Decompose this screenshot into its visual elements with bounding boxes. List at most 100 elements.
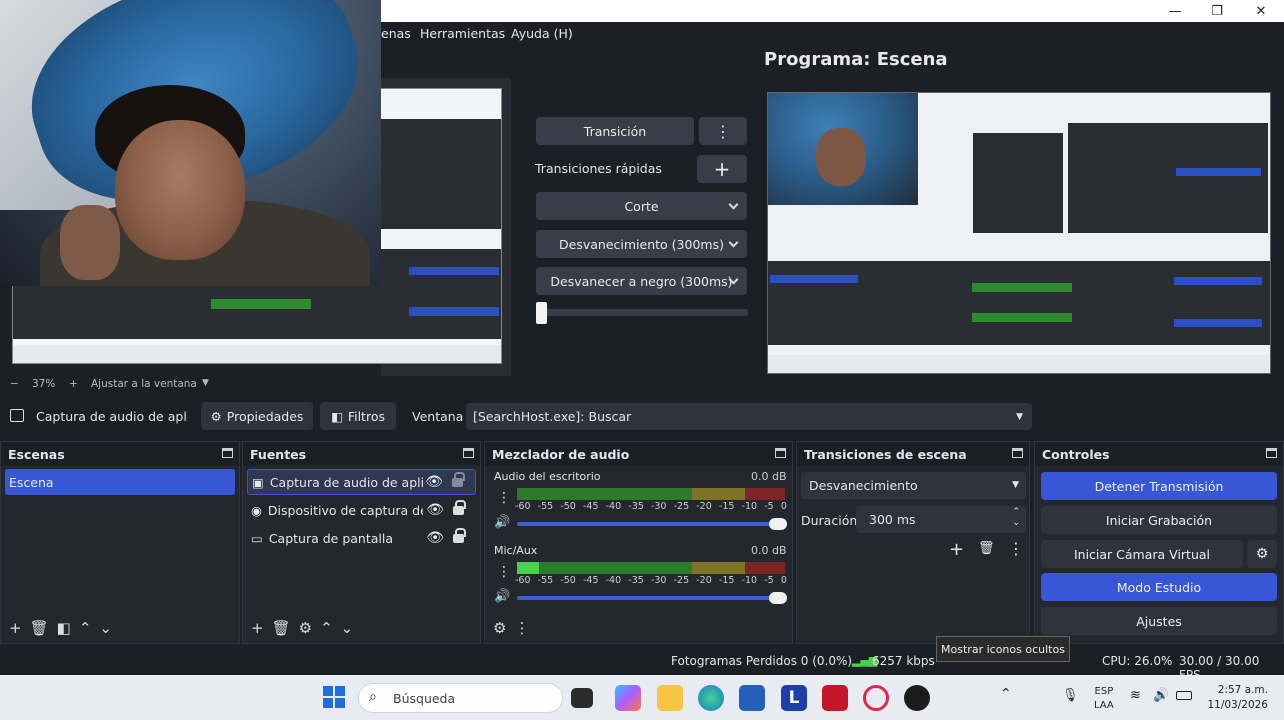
undock-icon[interactable] <box>222 448 233 458</box>
battery-icon[interactable] <box>1176 691 1192 700</box>
volume-slider-knob[interactable] <box>769 592 787 604</box>
scene-item-label: Escena <box>9 474 54 490</box>
camera-icon: ◉ <box>251 502 262 518</box>
add-icon[interactable]: + <box>9 619 22 637</box>
microphone-icon[interactable]: 🎙 <box>1062 688 1079 703</box>
file-explorer-icon[interactable] <box>657 685 683 711</box>
undock-icon[interactable] <box>775 448 786 458</box>
lock-icon[interactable] <box>453 527 466 543</box>
source-item[interactable]: ▭ Captura de pantalla 👁 <box>247 525 476 551</box>
wifi-icon[interactable]: ≋ <box>1130 688 1141 703</box>
fit-window-label[interactable]: Ajustar a la ventana <box>91 378 197 390</box>
volume-icon[interactable]: 🔊 <box>1153 688 1169 703</box>
sources-dock-title: Fuentes <box>243 442 480 466</box>
dropped-frames: Fotogramas Perdidos 0 (0.0%) <box>671 654 853 668</box>
add-icon[interactable]: + <box>251 619 264 637</box>
trash-icon[interactable]: 🗑 <box>272 619 291 637</box>
menu-scenes[interactable]: enas <box>381 26 411 41</box>
transition-menu-button[interactable]: ⋮ <box>699 117 747 145</box>
chevron-down-icon[interactable]: ⌄ <box>1012 518 1020 528</box>
chevron-down-icon <box>728 199 739 210</box>
close-button[interactable]: ✕ <box>1239 0 1283 22</box>
advanced-audio-icon[interactable]: ⚙ <box>493 619 506 637</box>
virtual-camera-settings-button[interactable]: ⚙ <box>1247 540 1277 568</box>
speaker-icon[interactable]: 🔊 <box>494 589 510 604</box>
lock-icon[interactable] <box>452 471 465 487</box>
move-down-icon[interactable]: ⌄ <box>341 619 354 637</box>
show-hidden-icons-chevron[interactable]: ⌃ <box>1000 686 1012 702</box>
eye-icon[interactable]: 👁 <box>426 530 444 546</box>
add-quick-transition-button[interactable]: + <box>697 155 747 183</box>
language-indicator[interactable]: ESP LAA <box>1094 685 1114 713</box>
kebab-icon[interactable]: ⋮ <box>514 619 529 637</box>
quick-transition-fade-black[interactable]: Desvanecer a negro (300ms) <box>536 267 747 295</box>
meter-tick-label: -10 <box>741 575 758 586</box>
copilot-icon[interactable] <box>615 685 641 711</box>
move-up-icon[interactable]: ⌃ <box>320 619 333 637</box>
add-icon[interactable]: + <box>949 539 964 560</box>
edge-icon[interactable] <box>698 685 724 711</box>
transition-select[interactable]: Desvanecimiento ▼ <box>801 472 1026 499</box>
undock-icon[interactable] <box>1266 448 1277 458</box>
undock-icon[interactable] <box>463 448 474 458</box>
app-l-icon[interactable]: L <box>781 685 807 711</box>
gear-icon[interactable]: ⚙ <box>299 619 312 637</box>
speaker-icon[interactable]: 🔊 <box>494 515 510 530</box>
trash-icon[interactable]: 🗑 <box>30 619 49 637</box>
zoom-out-button[interactable]: − <box>10 378 19 390</box>
settings-button[interactable]: Ajustes <box>1041 607 1277 635</box>
quick-transition-cut[interactable]: Corte <box>536 192 747 220</box>
menu-tools[interactable]: Herramientas <box>420 26 505 41</box>
move-down-icon[interactable]: ⌄ <box>99 619 112 637</box>
source-item-label: Dispositivo de captura de v <box>267 502 423 518</box>
gear-icon: ⚙ <box>1255 546 1269 562</box>
kebab-icon[interactable]: ⋮ <box>1008 539 1024 558</box>
quick-transition-label: Desvanecimiento (300ms) <box>559 236 724 252</box>
mcafee-icon[interactable] <box>822 685 848 711</box>
scenes-dock-title: Escenas <box>1 442 239 466</box>
quick-transition-fade[interactable]: Desvanecimiento (300ms) <box>536 230 747 258</box>
move-up-icon[interactable]: ⌃ <box>79 619 92 637</box>
start-recording-button[interactable]: Iniciar Grabación <box>1041 506 1277 534</box>
properties-button[interactable]: ⚙ Propiedades <box>201 402 313 430</box>
chevron-up-icon[interactable]: ⌃ <box>1012 507 1020 517</box>
channel-menu-icon[interactable]: ⋮ <box>497 490 511 506</box>
maximize-button[interactable]: ❐ <box>1195 0 1239 22</box>
filters-button[interactable]: ◧ Filtros <box>320 402 396 430</box>
volume-slider[interactable] <box>517 592 787 604</box>
caret-down-icon[interactable]: ▼ <box>202 378 209 388</box>
opera-icon[interactable] <box>863 685 889 711</box>
window-select[interactable]: [SearchHost.exe]: Buscar ▼ <box>466 403 1032 430</box>
filter-icon[interactable]: ◧ <box>57 619 71 637</box>
obs-icon[interactable] <box>904 685 930 711</box>
task-view-icon[interactable] <box>571 688 593 708</box>
start-virtual-camera-button[interactable]: Iniciar Cámara Virtual <box>1041 540 1243 568</box>
undock-icon[interactable] <box>1012 448 1023 458</box>
source-item[interactable]: ▣ Captura de audio de aplicac 👁 <box>247 469 476 495</box>
transition-button[interactable]: Transición <box>536 117 694 145</box>
tbar-track[interactable] <box>536 309 748 316</box>
store-icon[interactable] <box>739 685 765 711</box>
windows-start-icon[interactable] <box>323 686 345 708</box>
taskbar-search[interactable]: ⌕ Búsqueda <box>358 683 563 713</box>
trash-icon[interactable]: 🗑 <box>978 541 995 556</box>
volume-slider-knob[interactable] <box>769 518 787 530</box>
studio-mode-button[interactable]: Modo Estudio <box>1041 573 1277 601</box>
duration-spinbox[interactable]: 300 ms ⌃ ⌄ <box>856 506 1026 533</box>
clock[interactable]: 2:57 a.m. 11/03/2026 <box>1200 683 1268 713</box>
eye-icon[interactable]: 👁 <box>425 474 443 490</box>
scene-item[interactable]: Escena <box>5 469 235 495</box>
volume-slider[interactable] <box>517 518 787 530</box>
channel-menu-icon[interactable]: ⋮ <box>497 564 511 580</box>
caret-down-icon: ▼ <box>1016 412 1023 422</box>
lock-icon[interactable] <box>453 499 466 515</box>
stop-streaming-button[interactable]: Detener Transmisión <box>1041 472 1277 500</box>
minimize-button[interactable]: — <box>1153 0 1197 22</box>
eye-icon[interactable]: 👁 <box>426 502 444 518</box>
menu-help[interactable]: Ayuda (H) <box>511 26 573 41</box>
source-item[interactable]: ◉ Dispositivo de captura de v 👁 <box>247 497 476 523</box>
cpu-usage: CPU: 26.0% <box>1102 654 1173 668</box>
tbar-handle[interactable] <box>536 302 547 324</box>
tooltip: Mostrar iconos ocultos <box>936 636 1070 662</box>
zoom-in-button[interactable]: + <box>69 378 78 390</box>
